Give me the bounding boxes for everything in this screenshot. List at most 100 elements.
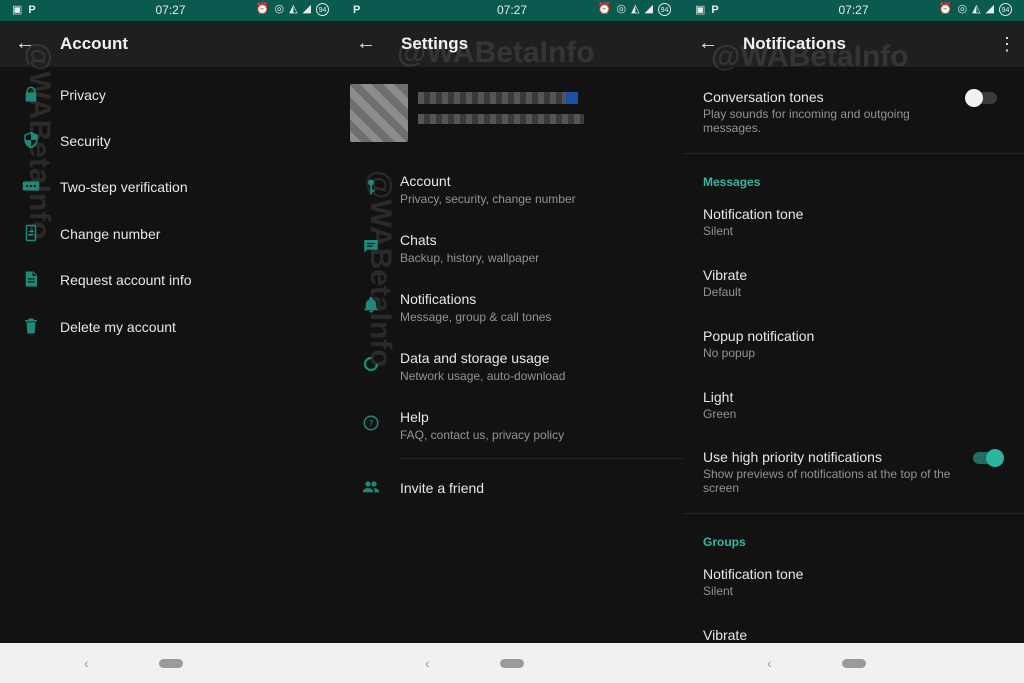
groups-notification-tone-row[interactable]: Notification tone Silent (683, 566, 1024, 606)
conversation-tones-toggle[interactable] (965, 87, 999, 107)
back-arrow-icon[interactable]: ← (697, 32, 719, 54)
key-icon (368, 179, 375, 195)
settings-item-account[interactable]: Account Privacy, security, change number (341, 170, 683, 228)
lock-icon (25, 86, 37, 102)
account-item-change-number[interactable]: Change number (0, 212, 341, 258)
battery-icon: 94 (658, 3, 671, 16)
people-icon (362, 481, 380, 493)
back-arrow-icon[interactable]: ← (355, 32, 377, 54)
help-icon: ? (363, 415, 379, 431)
document-icon (25, 271, 37, 287)
alarm-icon: ⏰ (255, 3, 270, 15)
account-item-delete[interactable]: Delete my account (0, 305, 341, 351)
signal-icon: ◢ (985, 3, 994, 15)
settings-item-notifications[interactable]: Notifications Message, group & call tone… (341, 288, 683, 346)
settings-screen: P 07:27 ⏰ ◎ ◭ ◢ 94 ← Settings @WABetaInf… (341, 0, 683, 643)
divider (400, 458, 683, 459)
setting-subtitle: Play sounds for incoming and outgoing me… (703, 107, 910, 135)
battery-icon: 94 (999, 3, 1012, 16)
groups-vibrate-row[interactable]: Vibrate (683, 627, 1024, 643)
more-options-icon[interactable]: ⋮ (998, 33, 1016, 55)
setting-value: Default (703, 285, 742, 299)
profile-name-redacted (418, 92, 568, 104)
settings-item-title: Chats (400, 232, 437, 248)
shield-icon (24, 131, 38, 149)
messages-popup-row[interactable]: Popup notification No popup (683, 328, 1024, 368)
setting-value: Silent (703, 224, 734, 238)
settings-item-subtitle: Network usage, auto-download (400, 369, 566, 383)
nav-home-pill[interactable] (842, 659, 866, 668)
hotspot-icon: ◎ (616, 3, 627, 15)
messages-light-row[interactable]: Light Green (683, 389, 1024, 429)
setting-value: Silent (703, 584, 734, 598)
setting-title: Notification tone (703, 206, 804, 222)
nav-home-pill[interactable] (500, 659, 524, 668)
messages-vibrate-row[interactable]: Vibrate Default (683, 267, 1024, 307)
alarm-icon: ⏰ (597, 3, 612, 15)
setting-title: Vibrate (703, 627, 748, 643)
trash-icon (25, 318, 37, 334)
profile-card[interactable] (341, 78, 683, 158)
setting-title: Use high priority notifications (703, 449, 882, 465)
setting-value: Green (703, 407, 737, 421)
hotspot-icon: ◎ (957, 3, 968, 15)
setting-title: Popup notification (703, 328, 815, 344)
svg-text:?: ? (369, 419, 374, 429)
account-item-label: Request account info (60, 272, 192, 288)
dots-keypad-icon (22, 181, 40, 191)
toolbar: ← Notifications ⋮ (683, 21, 1024, 67)
account-item-label: Two-step verification (60, 179, 188, 195)
setting-value: No popup (703, 346, 756, 360)
notifications-screen: ▣ P 07:27 ⏰ ◎ ◭ ◢ 94 ← Notifications ⋮ @… (683, 0, 1024, 643)
status-bar: P 07:27 ⏰ ◎ ◭ ◢ 94 (341, 0, 683, 21)
chat-icon (364, 240, 378, 253)
redaction-accent (566, 92, 578, 104)
status-bar: ▣ P 07:27 ⏰ ◎ ◭ ◢ 94 (683, 0, 1024, 21)
settings-item-title: Help (400, 409, 429, 425)
setting-title: Conversation tones (703, 89, 824, 105)
nav-home-pill[interactable] (159, 659, 183, 668)
setting-title: Light (703, 389, 734, 405)
profile-status-redacted (418, 114, 584, 124)
account-item-security[interactable]: Security (0, 119, 341, 165)
avatar[interactable] (350, 84, 408, 142)
phone-change-icon (25, 224, 37, 242)
battery-icon: 94 (316, 3, 329, 16)
setting-title: Notification tone (703, 566, 804, 582)
account-item-privacy[interactable]: Privacy (0, 73, 341, 119)
settings-item-invite[interactable]: Invite a friend (341, 470, 683, 528)
account-item-two-step[interactable]: Two-step verification (0, 165, 341, 211)
page-title: Settings (401, 34, 469, 53)
toolbar: ← Settings (341, 21, 683, 67)
settings-item-title: Account (400, 173, 451, 189)
account-item-label: Security (60, 133, 111, 149)
account-item-label: Privacy (60, 87, 106, 103)
divider (683, 153, 1024, 154)
alarm-icon: ⏰ (938, 3, 953, 15)
toolbar: ← Account (0, 21, 341, 67)
settings-item-help[interactable]: ? Help FAQ, contact us, privacy policy (341, 406, 683, 464)
data-usage-icon (363, 356, 379, 372)
settings-item-chats[interactable]: Chats Backup, history, wallpaper (341, 229, 683, 287)
account-item-request-info[interactable]: Request account info (0, 258, 341, 304)
nav-back-icon[interactable]: ‹ (767, 655, 772, 671)
wifi-icon: ◭ (972, 3, 981, 15)
settings-item-subtitle: Message, group & call tones (400, 310, 552, 324)
signal-icon: ◢ (644, 3, 653, 15)
wifi-icon: ◭ (289, 3, 298, 15)
nav-back-icon[interactable]: ‹ (425, 655, 430, 671)
settings-item-title: Data and storage usage (400, 350, 550, 366)
messages-notification-tone-row[interactable]: Notification tone Silent (683, 206, 1024, 246)
high-priority-toggle[interactable] (971, 447, 1005, 467)
signal-icon: ◢ (302, 3, 311, 15)
back-arrow-icon[interactable]: ← (14, 32, 36, 54)
status-bar: ▣ P 07:27 ⏰ ◎ ◭ ◢ 94 (0, 0, 341, 21)
setting-subtitle: Show previews of notifications at the to… (703, 467, 951, 495)
nav-back-icon[interactable]: ‹ (84, 655, 89, 671)
account-item-label: Change number (60, 226, 161, 242)
settings-item-subtitle: FAQ, contact us, privacy policy (400, 428, 565, 442)
account-item-label: Delete my account (60, 319, 176, 335)
page-title: Notifications (743, 34, 846, 53)
page-title: Account (60, 34, 128, 53)
settings-item-data-storage[interactable]: Data and storage usage Network usage, au… (341, 347, 683, 405)
